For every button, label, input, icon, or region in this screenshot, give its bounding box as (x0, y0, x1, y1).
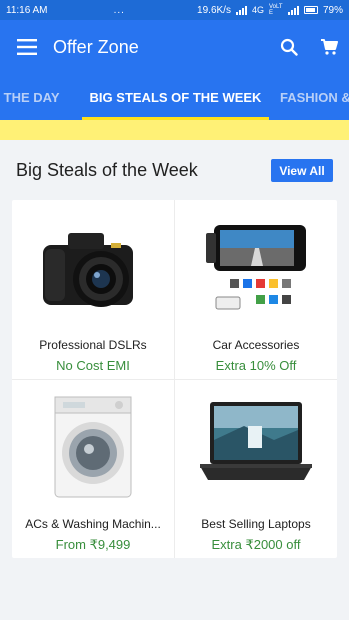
washing-machine-image (28, 391, 158, 501)
dslr-camera-image (28, 212, 158, 322)
product-card-laptops[interactable]: Best Selling Laptops Extra ₹2000 off (175, 379, 337, 558)
app-bar: Offer Zone (0, 20, 349, 74)
tab-fashion[interactable]: FASHION & (280, 74, 349, 120)
volte-label: VoLTE (268, 4, 283, 16)
page-title: Offer Zone (53, 36, 139, 57)
product-name: Best Selling Laptops (201, 517, 311, 531)
status-time: 11:16 AM (6, 4, 48, 16)
tab-deals-of-the-day[interactable]: OF THE DAY (0, 74, 60, 120)
car-monitor-image (191, 212, 321, 322)
product-card-car-accessories[interactable]: Car Accessories Extra 10% Off (175, 200, 337, 379)
hamburger-menu-icon[interactable] (7, 20, 47, 74)
product-card-dslr[interactable]: Professional DSLRs No Cost EMI (12, 200, 174, 379)
laptop-image (191, 391, 321, 501)
appbar-actions (269, 20, 349, 74)
tab-bar: OF THE DAY BIG STEALS OF THE WEEK FASHIO… (0, 74, 349, 120)
notification-dots: ... (113, 4, 125, 16)
signal-icon (235, 5, 247, 15)
product-grid: Professional DSLRs No Cost EMI Car Acces… (12, 200, 337, 558)
signal-icon-2 (287, 5, 299, 15)
search-icon[interactable] (269, 20, 309, 74)
product-name: Professional DSLRs (39, 338, 147, 352)
status-right: 19.6K/s 4G VoLTE 79% (197, 4, 343, 16)
product-offer: No Cost EMI (56, 358, 130, 373)
tab-big-steals[interactable]: BIG STEALS OF THE WEEK (82, 74, 269, 120)
tab-big-steals-label: BIG STEALS OF THE WEEK (89, 89, 262, 105)
product-name: Car Accessories (212, 338, 300, 352)
status-bar: 11:16 AM ... 19.6K/s 4G VoLTE 79% (0, 0, 349, 20)
battery-icon (303, 6, 318, 14)
product-offer: Extra 10% Off (215, 358, 297, 373)
product-name: ACs & Washing Machin... (25, 517, 161, 531)
network-type: 4G (251, 5, 264, 15)
product-offer: Extra ₹2000 off (211, 537, 301, 552)
section-title: Big Steals of the Week (16, 160, 198, 180)
cart-icon[interactable] (309, 20, 349, 74)
battery-percent: 79% (322, 4, 343, 16)
network-speed: 19.6K/s (197, 4, 231, 16)
product-card-washing-machine[interactable]: ACs & Washing Machin... From ₹9,499 (12, 379, 174, 558)
product-offer: From ₹9,499 (55, 537, 131, 552)
view-all-button[interactable]: View All (271, 159, 333, 182)
